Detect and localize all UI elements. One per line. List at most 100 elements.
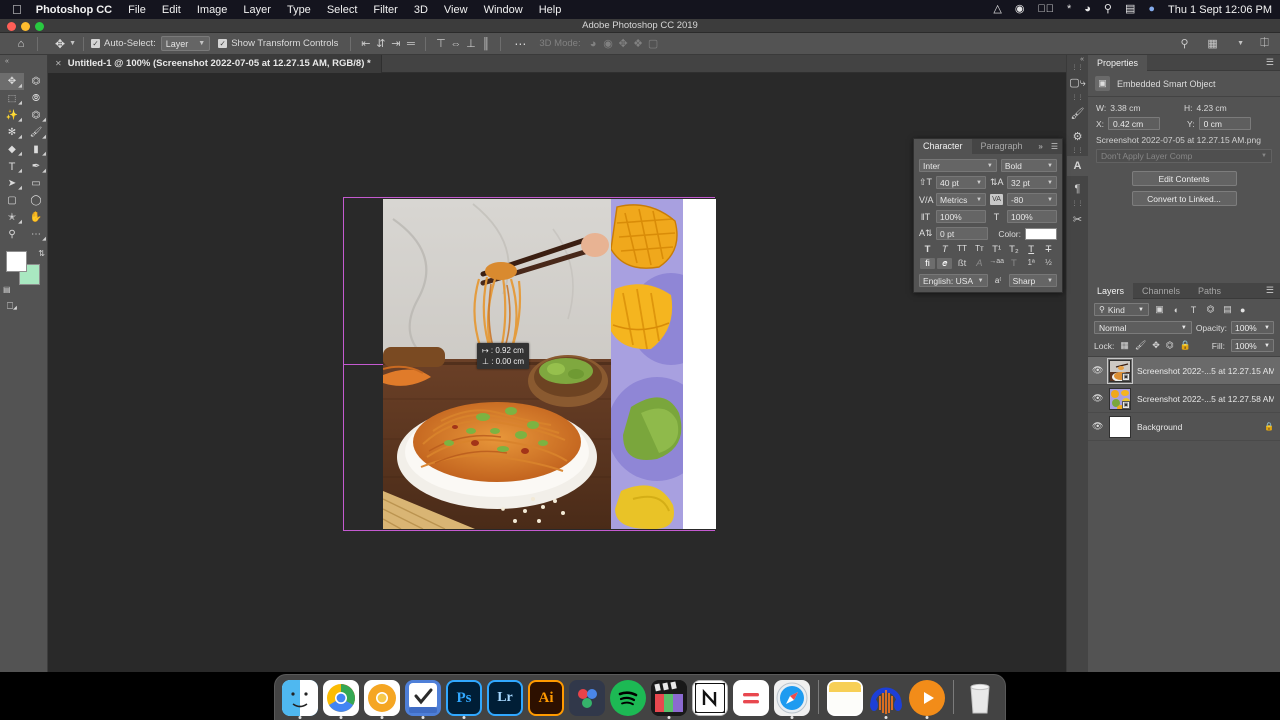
layer-image-mango[interactable] [611,199,683,529]
dock-item-vlc[interactable] [909,680,945,716]
tracking-field[interactable]: -80 ▼ [1007,193,1057,206]
align-horizontal-centers-icon[interactable]: ⇵ [373,37,388,50]
dock-item-davinci-resolve[interactable] [569,680,605,716]
lock-position-icon[interactable]: ✥ [1152,340,1160,351]
strikethrough-icon[interactable]: T [1041,244,1056,255]
control-center-icon[interactable]: ▤ [1125,4,1135,15]
gradient-tool[interactable]: ▮ ◢ [24,141,48,158]
layer-thumbnail[interactable]: ▣ [1107,357,1133,384]
menu-edit[interactable]: Edit [162,4,181,16]
layer-thumbnail[interactable] [1109,415,1131,438]
share-icon[interactable]: ⎅ [1257,37,1272,50]
auto-select-dropdown[interactable]: Layer ▼ [160,36,211,51]
wifi-icon[interactable]: ◕ [1084,4,1091,15]
brush-tool[interactable]: 🖌 ◢ [24,124,48,141]
panel-grip[interactable]: ⋮⋮ [1067,65,1088,71]
rectangular-marquee-tool[interactable]: ⬚ ◢ [0,90,24,107]
apple-menu-icon[interactable]:  [12,3,22,16]
table-row[interactable]: 👁 ▣ Screenshot 2022-...5 at 12.27.58 AM [1088,385,1280,413]
minimize-window-button[interactable] [21,21,30,31]
tab-layers[interactable]: Layers [1088,282,1134,299]
dock-item-chrome-canary[interactable] [364,680,400,716]
eraser-tool[interactable]: ◆ ◢ [0,141,24,158]
align-right-edges-icon[interactable]: ⇥ [388,37,403,50]
dock-item-spotify[interactable] [610,680,646,716]
layer-image-white-strip[interactable] [683,199,716,529]
lock-transparent-icon[interactable]: ▦ [1120,340,1129,351]
y-input[interactable]: 0 cm [1198,117,1251,130]
artboard-tool[interactable]: ⏣ [24,73,48,90]
foreground-color-swatch[interactable] [6,251,27,272]
menu-window[interactable]: Window [484,4,523,16]
text-color-swatch[interactable] [1025,227,1057,240]
distribute-bottom-icon[interactable]: ⊥ [463,37,478,50]
dock-item-google-chrome[interactable] [323,680,359,716]
dock-item-audacity[interactable] [868,680,904,716]
lock-all-icon[interactable]: 🔒 [1180,340,1191,351]
fractions-icon[interactable]: ½ [1041,258,1056,269]
filter-toggle-icon[interactable]: ● [1240,305,1245,315]
x-input[interactable]: 0.42 cm [1108,117,1161,130]
distribute-vertical-centers-icon[interactable]: ⇔ [448,38,463,50]
character-panel-icon[interactable]: A [1067,156,1088,176]
chevron-down-icon[interactable]: ▼ [1237,40,1244,47]
menu-image[interactable]: Image [197,4,228,16]
styles-icon[interactable]: ⚙ [1067,126,1088,146]
filter-pixel-icon[interactable]: ▣ [1153,304,1166,315]
layer-filter-kind-select[interactable]: ⚲ Kind ▼ [1094,303,1149,316]
dock-item-safari[interactable] [774,680,810,716]
panel-menu-icon[interactable]: ☰ [1260,285,1280,296]
distribute-top-icon[interactable]: ⊤ [433,37,448,50]
align-left-edges-icon[interactable]: ⇤ [358,37,373,50]
menu-layer[interactable]: Layer [243,4,271,16]
tab-paragraph[interactable]: Paragraph [972,139,1032,154]
collapse-dock-icon[interactable]: « [1080,56,1084,63]
pen-tool[interactable]: ✒ ◢ [24,158,48,175]
menu-filter[interactable]: Filter [373,4,397,16]
align-top-edges-icon[interactable]: ═ [403,38,418,50]
dock-item-things[interactable] [405,680,441,716]
contextual-alternates-icon[interactable]: 𝑒 [937,258,953,269]
horizontal-scale-field[interactable]: 100% [1007,210,1057,223]
zoom-tool[interactable]: ⚲ [0,226,24,243]
font-style-select[interactable]: Bold ▼ [1000,159,1057,172]
menu-view[interactable]: View [444,4,468,16]
language-select[interactable]: English: USA ▼ [919,274,988,287]
tab-paths[interactable]: Paths [1189,283,1230,299]
dock-item-lightroom[interactable]: Lr [487,680,523,716]
subscript-icon[interactable]: T₂ [1006,244,1021,255]
show-transform-controls-checkbox[interactable]: ✓ [218,39,228,48]
screen-record-icon[interactable]: ▸⃝ [1037,4,1054,15]
close-tab-icon[interactable]: ✕ [55,59,62,68]
ellipse-tool[interactable]: ◯ [24,192,48,209]
arrange-documents-icon[interactable]: ▦ [1205,37,1220,50]
move-tool[interactable]: ✥ ◢ [0,73,24,90]
spotlight-search-icon[interactable]: ⚲ [1104,4,1112,15]
dock-item-final-cut-pro[interactable] [651,680,687,716]
swash-icon[interactable]: A [972,258,987,269]
collapse-panel-icon[interactable]: « [5,58,9,65]
oldstyle-icon[interactable]: →aa [989,258,1004,269]
superscript-icon[interactable]: T¹ [989,244,1004,255]
creative-cloud-icon[interactable]: ◉ [1015,4,1025,15]
swap-colors-icon[interactable]: ⇅ [38,249,45,258]
type-tool[interactable]: T ◢ [0,158,24,175]
underline-icon[interactable]: T [1024,244,1039,255]
dropbox-icon[interactable]: △ [993,4,1001,15]
panel-grip[interactable]: ⋮⋮ [1067,148,1088,154]
more-options-icon[interactable]: ⋯ [508,37,533,51]
ordinals-icon[interactable]: 1ª [1024,258,1039,269]
quick-selection-tool[interactable]: ✨ ◢ [0,107,24,124]
libraries-icon[interactable]: ▢⤷ [1067,73,1088,93]
panel-menu-icon[interactable]: ☰ [1047,142,1062,151]
actions-icon[interactable]: ✂ [1067,209,1088,229]
tab-properties[interactable]: Properties [1088,54,1148,71]
dock-item-finder[interactable] [282,680,318,716]
tab-character[interactable]: Character [914,139,972,154]
hand-tool[interactable]: ✋ [24,209,48,226]
rounded-rectangle-tool[interactable]: ▢ [0,192,24,209]
layer-visibility-icon[interactable]: 👁 [1092,421,1103,432]
opacity-input[interactable]: 100% ▼ [1231,321,1274,334]
bold-icon[interactable]: T [920,244,935,255]
document-tab[interactable]: ✕ Untitled-1 @ 100% (Screenshot 2022-07-… [48,54,382,73]
